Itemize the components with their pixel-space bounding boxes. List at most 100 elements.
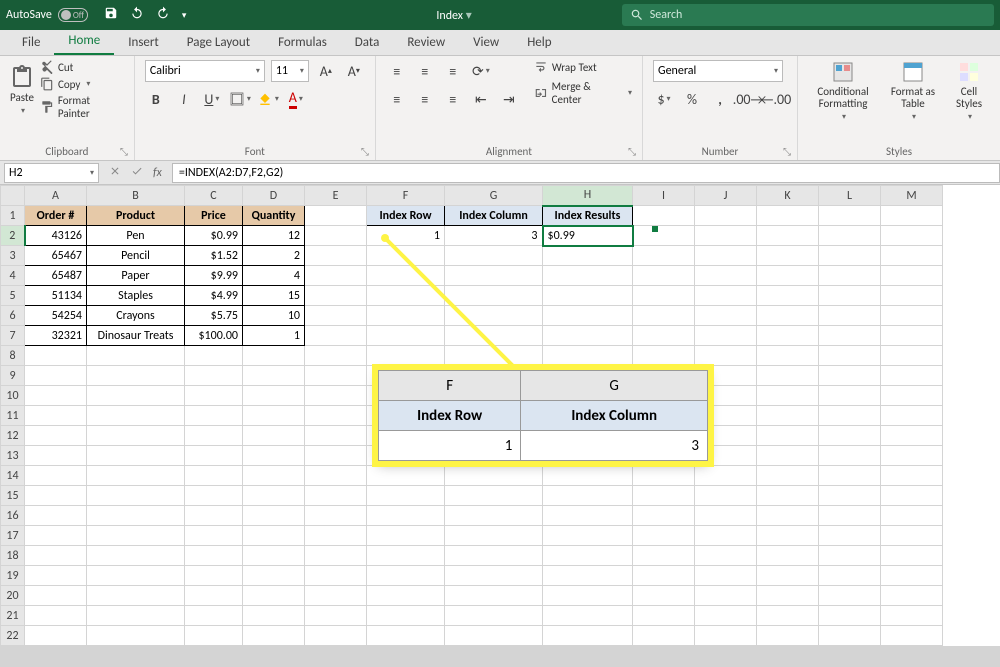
row-header-22[interactable]: 22 (1, 626, 25, 646)
cell-A16[interactable] (25, 506, 87, 526)
cell-L7[interactable] (819, 326, 881, 346)
cell-M14[interactable] (881, 466, 943, 486)
align-middle-button[interactable]: ≡ (414, 60, 436, 82)
tab-insert[interactable]: Insert (114, 30, 173, 55)
cell-J17[interactable] (695, 526, 757, 546)
cell-L8[interactable] (819, 346, 881, 366)
cell-C22[interactable] (185, 626, 243, 646)
cell-A18[interactable] (25, 546, 87, 566)
cell-H5[interactable] (543, 286, 633, 306)
increase-decimal-button[interactable]: .00→ (737, 88, 759, 110)
cell-B13[interactable] (87, 446, 185, 466)
cell-D21[interactable] (243, 606, 305, 626)
cell-E2[interactable] (305, 226, 367, 246)
row-header-10[interactable]: 10 (1, 386, 25, 406)
cell-H4[interactable] (543, 266, 633, 286)
col-header-A[interactable]: A (25, 186, 87, 206)
cell-M4[interactable] (881, 266, 943, 286)
cell-F8[interactable] (367, 346, 445, 366)
cell-G4[interactable] (445, 266, 543, 286)
cell-D8[interactable] (243, 346, 305, 366)
row-header-16[interactable]: 16 (1, 506, 25, 526)
font-color-button[interactable]: A▾ (285, 88, 307, 110)
cell-G15[interactable] (445, 486, 543, 506)
cell-M7[interactable] (881, 326, 943, 346)
cell-J19[interactable] (695, 566, 757, 586)
cell-C17[interactable] (185, 526, 243, 546)
cell-B22[interactable] (87, 626, 185, 646)
cell-H19[interactable] (543, 566, 633, 586)
row-header-19[interactable]: 19 (1, 566, 25, 586)
cell-H21[interactable] (543, 606, 633, 626)
tab-formulas[interactable]: Formulas (264, 30, 341, 55)
cell-I16[interactable] (633, 506, 695, 526)
cell-L12[interactable] (819, 426, 881, 446)
autosave-toggle[interactable]: AutoSave Off (6, 8, 88, 22)
font-launcher-icon[interactable]: ⤡ (361, 145, 369, 158)
cell-E7[interactable] (305, 326, 367, 346)
cell-H1[interactable]: Index Results (543, 206, 633, 226)
cell-E8[interactable] (305, 346, 367, 366)
cell-M15[interactable] (881, 486, 943, 506)
col-header-L[interactable]: L (819, 186, 881, 206)
cell-M1[interactable] (881, 206, 943, 226)
cell-J18[interactable] (695, 546, 757, 566)
row-header-5[interactable]: 5 (1, 286, 25, 306)
font-name-combo[interactable]: Calibri▾ (145, 60, 265, 82)
row-header-8[interactable]: 8 (1, 346, 25, 366)
cell-M12[interactable] (881, 426, 943, 446)
cell-D7[interactable]: 1 (243, 326, 305, 346)
cell-J16[interactable] (695, 506, 757, 526)
cell-L3[interactable] (819, 246, 881, 266)
row-header-4[interactable]: 4 (1, 266, 25, 286)
cell-F5[interactable] (367, 286, 445, 306)
cell-B19[interactable] (87, 566, 185, 586)
cell-E9[interactable] (305, 366, 367, 386)
cell-C2[interactable]: $0.99 (185, 226, 243, 246)
col-header-M[interactable]: M (881, 186, 943, 206)
cell-E4[interactable] (305, 266, 367, 286)
tab-home[interactable]: Home (54, 28, 114, 55)
cell-K4[interactable] (757, 266, 819, 286)
cell-A1[interactable]: Order # (25, 206, 87, 226)
cell-I3[interactable] (633, 246, 695, 266)
cell-M5[interactable] (881, 286, 943, 306)
cell-G18[interactable] (445, 546, 543, 566)
cell-D18[interactable] (243, 546, 305, 566)
underline-button[interactable]: U▾ (201, 88, 223, 110)
cell-A13[interactable] (25, 446, 87, 466)
formula-input[interactable]: =INDEX(A2:D7,F2,G2) (172, 163, 1000, 183)
cell-B12[interactable] (87, 426, 185, 446)
cell-B17[interactable] (87, 526, 185, 546)
cell-A15[interactable] (25, 486, 87, 506)
clipboard-launcher-icon[interactable]: ⤡ (120, 145, 128, 158)
cell-L6[interactable] (819, 306, 881, 326)
cell-K19[interactable] (757, 566, 819, 586)
wrap-text-button[interactable]: Wrap Text (534, 60, 632, 74)
cell-C5[interactable]: $4.99 (185, 286, 243, 306)
cell-I17[interactable] (633, 526, 695, 546)
cell-D22[interactable] (243, 626, 305, 646)
cell-I2[interactable] (633, 226, 695, 246)
cell-J1[interactable] (695, 206, 757, 226)
cell-F6[interactable] (367, 306, 445, 326)
cell-E10[interactable] (305, 386, 367, 406)
cell-E12[interactable] (305, 426, 367, 446)
cell-A21[interactable] (25, 606, 87, 626)
cell-I6[interactable] (633, 306, 695, 326)
indent-increase-button[interactable]: ⇥ (498, 88, 520, 110)
cell-A11[interactable] (25, 406, 87, 426)
cell-B3[interactable]: Pencil (87, 246, 185, 266)
cell-C14[interactable] (185, 466, 243, 486)
cell-G20[interactable] (445, 586, 543, 606)
align-center-button[interactable]: ≡ (414, 88, 436, 110)
save-icon[interactable] (104, 6, 118, 24)
cell-F20[interactable] (367, 586, 445, 606)
format-as-table-button[interactable]: Format as Table▾ (884, 60, 942, 122)
col-header-H[interactable]: H (543, 186, 633, 206)
cell-D11[interactable] (243, 406, 305, 426)
cell-styles-button[interactable]: Cell Styles▾ (948, 60, 990, 122)
cell-H14[interactable] (543, 466, 633, 486)
row-header-7[interactable]: 7 (1, 326, 25, 346)
cell-L15[interactable] (819, 486, 881, 506)
